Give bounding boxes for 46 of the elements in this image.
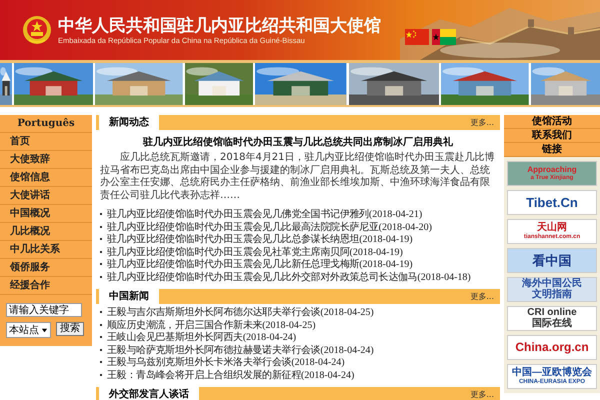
site-title: 中华人民共和国驻几内亚比绍共和国大使馆	[58, 16, 381, 36]
nav-link[interactable]: 几比概况	[0, 223, 92, 241]
banner-link[interactable]: 看中国	[507, 248, 597, 273]
more-link[interactable]: 更多...	[470, 291, 494, 302]
section-title: 中国新闻	[99, 289, 159, 304]
section-title: 外交部发言人谈话	[99, 387, 199, 400]
language-link[interactable]: Português	[0, 115, 92, 133]
nav-link[interactable]: 领侨服务	[0, 259, 92, 277]
flag-icon	[432, 29, 456, 45]
banner-link[interactable]: China.org.cn	[507, 335, 597, 360]
emblem-icon	[22, 15, 52, 45]
section-title: 新闻动态	[99, 115, 159, 130]
news-link[interactable]: 驻几内亚比绍使馆临时代办田玉震会见几比外交部对外政策总司长达伽马(2018-04-18)	[107, 270, 471, 284]
nav-link[interactable]: 中国概况	[0, 205, 92, 223]
more-link[interactable]: 更多...	[470, 389, 494, 400]
more-link[interactable]: 更多...	[470, 117, 494, 128]
nav-link[interactable]: 大使致辞	[0, 151, 92, 169]
banner-link[interactable]: Tibet.Cn	[507, 190, 597, 215]
nav-link[interactable]: 经援合作	[0, 277, 92, 295]
news-link[interactable]: 王毅：青岛峰会将开启上合组织发展的新征程(2018-04-24)	[107, 368, 354, 382]
news-link[interactable]: 王岐山会见巴基斯坦外长阿西夫(2018-04-24)	[107, 330, 296, 344]
nav-link[interactable]: 使馆信息	[0, 169, 92, 187]
news-link[interactable]: 驻几内亚比绍使馆临时代办田玉震会见几比最高法院院长萨尼亚(2018-04-20)	[107, 220, 432, 234]
headline-link[interactable]: 驻几内亚比绍使馆临时代办田玉震与几比总统共同出席制冰厂启用典礼	[96, 135, 500, 149]
nav-link[interactable]: 使馆活动	[504, 115, 600, 129]
news-link[interactable]: 驻几内亚比绍使馆临时代办田玉震会见社革党主席南贝阿(2018-04-19)	[107, 244, 403, 259]
news-link[interactable]: 顺应历史潮流，开启三国合作新未来(2018-04-25)	[107, 318, 316, 332]
nav-link[interactable]: 中几比关系	[0, 241, 92, 259]
search-field[interactable]: 请输入关键字	[6, 303, 82, 317]
nav-link[interactable]: 大使讲话	[0, 187, 92, 205]
nav-link[interactable]: 链接	[504, 143, 600, 157]
nav-link[interactable]: 首页	[0, 133, 92, 151]
flag-icon	[405, 29, 429, 45]
news-link[interactable]: 驻几内亚比绍使馆临时代办田玉震会见几比新任总理戈梅斯(2018-04-19)	[107, 257, 413, 272]
caret-icon	[41, 326, 48, 334]
search-button[interactable]: 搜索	[56, 322, 84, 336]
news-summary: 应几比总统瓦斯邀请，2018年4月21日，驻几内亚比绍使馆临时代办田玉震赴几比博拉马省布巴克岛出席由中国企业参与援建的制冰厂启用典礼。瓦斯总统及第一夫人、总统办公室主任安娜、总统府民办主任萨格纳、前渔业部长维埃加斯、中渔环球海洋食品有限责任公司驻几比代表孙志祥……	[100, 152, 496, 202]
news-link[interactable]: 王毅与吉尔吉斯斯坦外长阿布德尔达耶夫举行会谈(2018-04-25)	[107, 305, 374, 320]
news-link[interactable]: 驻几内亚比绍使馆临时代办田玉震会见几佛党全国书记伊雅列(2018-04-21)	[107, 207, 422, 222]
banner-link[interactable]: 海外中国公民 文明指南	[507, 277, 597, 302]
banner-link[interactable]: CRI online 国际在线	[507, 306, 597, 331]
news-link[interactable]: 王毅与哈萨克斯坦外长阿布德拉赫曼诺夫举行会谈(2018-04-24)	[107, 342, 374, 357]
scope-dropdown[interactable]: 本站点	[6, 322, 51, 338]
news-link[interactable]: 驻几内亚比绍使馆临时代办田玉震会见几比总参谋长纳恩坦(2018-04-19)	[107, 232, 413, 246]
nav-link[interactable]: 联系我们	[504, 129, 600, 143]
news-link[interactable]: 王毅与乌兹别克斯坦外长卡米洛夫举行会谈(2018-04-24)	[107, 355, 345, 370]
